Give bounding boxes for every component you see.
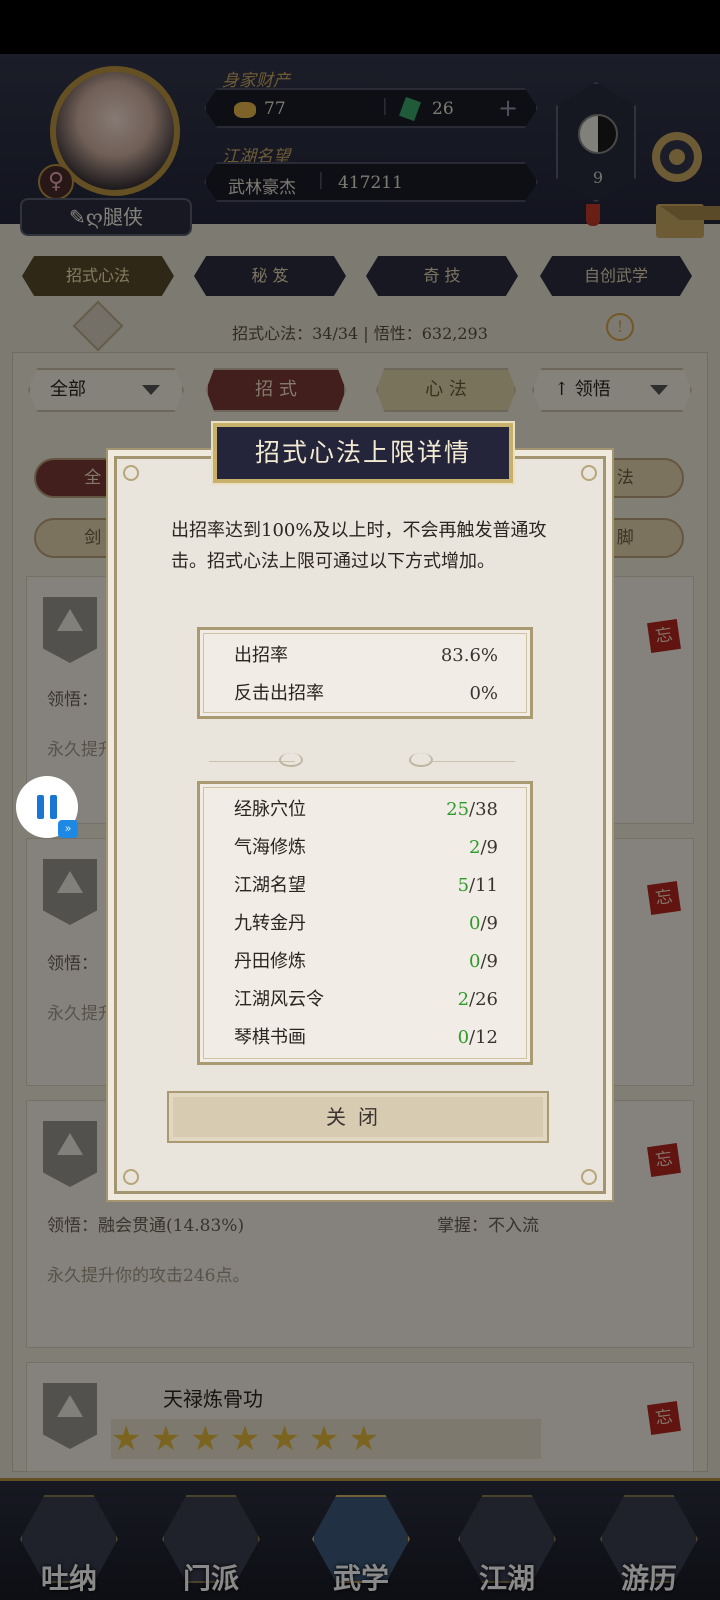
divider-line (429, 761, 515, 762)
swirl-ornament-icon (279, 753, 303, 767)
rate-row: 反击出招率 0% (234, 676, 498, 712)
source-label: 江湖风云令 (234, 989, 324, 1010)
swirl-ornament-icon (409, 753, 433, 767)
rate-row: 出招率 83.6% (234, 638, 498, 674)
source-label: 气海修炼 (234, 837, 306, 858)
corner-ornament-icon (581, 1169, 597, 1185)
source-value: 25/38 (446, 799, 498, 820)
rate-label: 出招率 (234, 645, 288, 666)
source-label: 经脉穴位 (234, 799, 306, 820)
rate-box: 出招率 83.6% 反击出招率 0% (197, 627, 533, 719)
pause-icon (37, 795, 44, 819)
source-row: 丹田修炼 0/9 (234, 944, 498, 980)
source-label: 江湖名望 (234, 875, 306, 896)
source-value: 0/9 (469, 951, 498, 972)
source-value: 2/9 (469, 837, 498, 858)
source-label: 九转金丹 (234, 913, 306, 934)
corner-ornament-icon (123, 1169, 139, 1185)
source-row: 琴棋书画 0/12 (234, 1020, 498, 1056)
sources-box: 经脉穴位 25/38 气海修炼 2/9 江湖名望 5/11 九转金丹 0/9 丹… (197, 781, 533, 1065)
floating-pause-button[interactable]: » (16, 776, 78, 838)
rate-label: 反击出招率 (234, 683, 324, 704)
fast-forward-icon: » (58, 820, 78, 838)
source-value: 5/11 (457, 875, 498, 896)
rate-value: 0% (469, 683, 498, 704)
source-row: 江湖名望 5/11 (234, 868, 498, 904)
source-row: 江湖风云令 2/26 (234, 982, 498, 1018)
close-button[interactable]: 关闭 (167, 1091, 549, 1143)
source-value: 0/12 (457, 1027, 498, 1048)
corner-ornament-icon (581, 465, 597, 481)
source-row: 经脉穴位 25/38 (234, 792, 498, 828)
source-value: 2/26 (457, 989, 498, 1010)
source-value: 0/9 (469, 913, 498, 934)
dialog-description: 出招率达到100%及以上时，不会再触发普通攻击。招式心法上限可通过以下方式增加。 (171, 520, 547, 572)
rate-value: 83.6% (440, 645, 498, 666)
source-row: 九转金丹 0/9 (234, 906, 498, 942)
corner-ornament-icon (123, 465, 139, 481)
dialog-title: 招式心法上限详情 (211, 421, 515, 485)
limit-details-dialog: 招式心法上限详情 出招率达到100%及以上时，不会再触发普通攻击。招式心法上限可… (114, 421, 606, 1194)
pause-icon (50, 795, 57, 819)
source-label: 丹田修炼 (234, 951, 306, 972)
source-row: 气海修炼 2/9 (234, 830, 498, 866)
source-label: 琴棋书画 (234, 1027, 306, 1048)
